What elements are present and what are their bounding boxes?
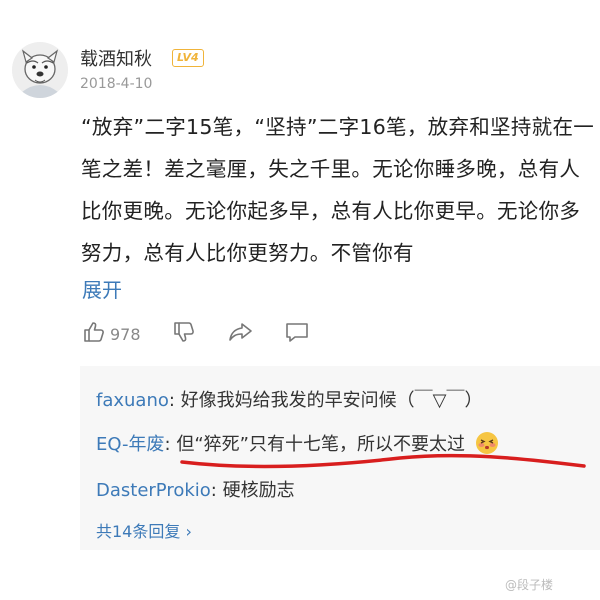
reply-author[interactable]: DasterProkio [96,480,211,501]
share-icon [228,320,254,348]
reply-text: 但“猝死”只有十七笔，所以不要太过 [176,434,465,455]
expand-link[interactable]: 展开 [82,274,122,303]
reply-box: faxuano: 好像我妈给我发的早安问候（￣▽￣） EQ-年废: 但“猝死”只… [80,366,600,550]
emoji-icon [475,431,499,460]
reply-item[interactable]: DasterProkio: 硬核励志 [96,476,295,502]
reply-author[interactable]: faxuano [96,390,169,411]
reply-separator: : [210,480,223,501]
reply-item[interactable]: EQ-年废: 但“猝死”只有十七笔，所以不要太过 [96,430,499,460]
reply-author[interactable]: EQ-年废 [96,434,165,455]
like-button[interactable]: 978 [82,318,141,350]
share-button[interactable] [228,318,254,350]
post-date: 2018-4-10 [80,76,153,92]
like-count: 978 [110,324,141,344]
avatar[interactable] [12,42,68,98]
thumbs-up-icon [82,320,106,348]
username[interactable]: 载酒知秋 [80,45,152,71]
post-content: “放弃”二字15笔，“坚持”二字16笔，放弃和坚持就在一笔之差！差之毫厘，失之千… [81,115,595,265]
reply-separator: : [164,434,177,455]
thumbs-down-icon [172,320,196,348]
reply-text: 硬核励志 [222,480,295,501]
dislike-button[interactable] [172,318,196,350]
reply-text: 好像我妈给我发的早安问候（￣▽￣） [180,390,483,411]
reply-separator: : [168,390,181,411]
action-bar: 978 [80,318,600,350]
level-badge: LV4 [172,49,204,67]
reply-item[interactable]: faxuano: 好像我妈给我发的早安问候（￣▽￣） [96,386,483,412]
watermark: @段子楼 [505,578,554,592]
comment-button[interactable] [284,318,310,350]
more-replies-link[interactable]: 共14条回复 › [96,518,192,542]
comment-icon [284,320,310,348]
